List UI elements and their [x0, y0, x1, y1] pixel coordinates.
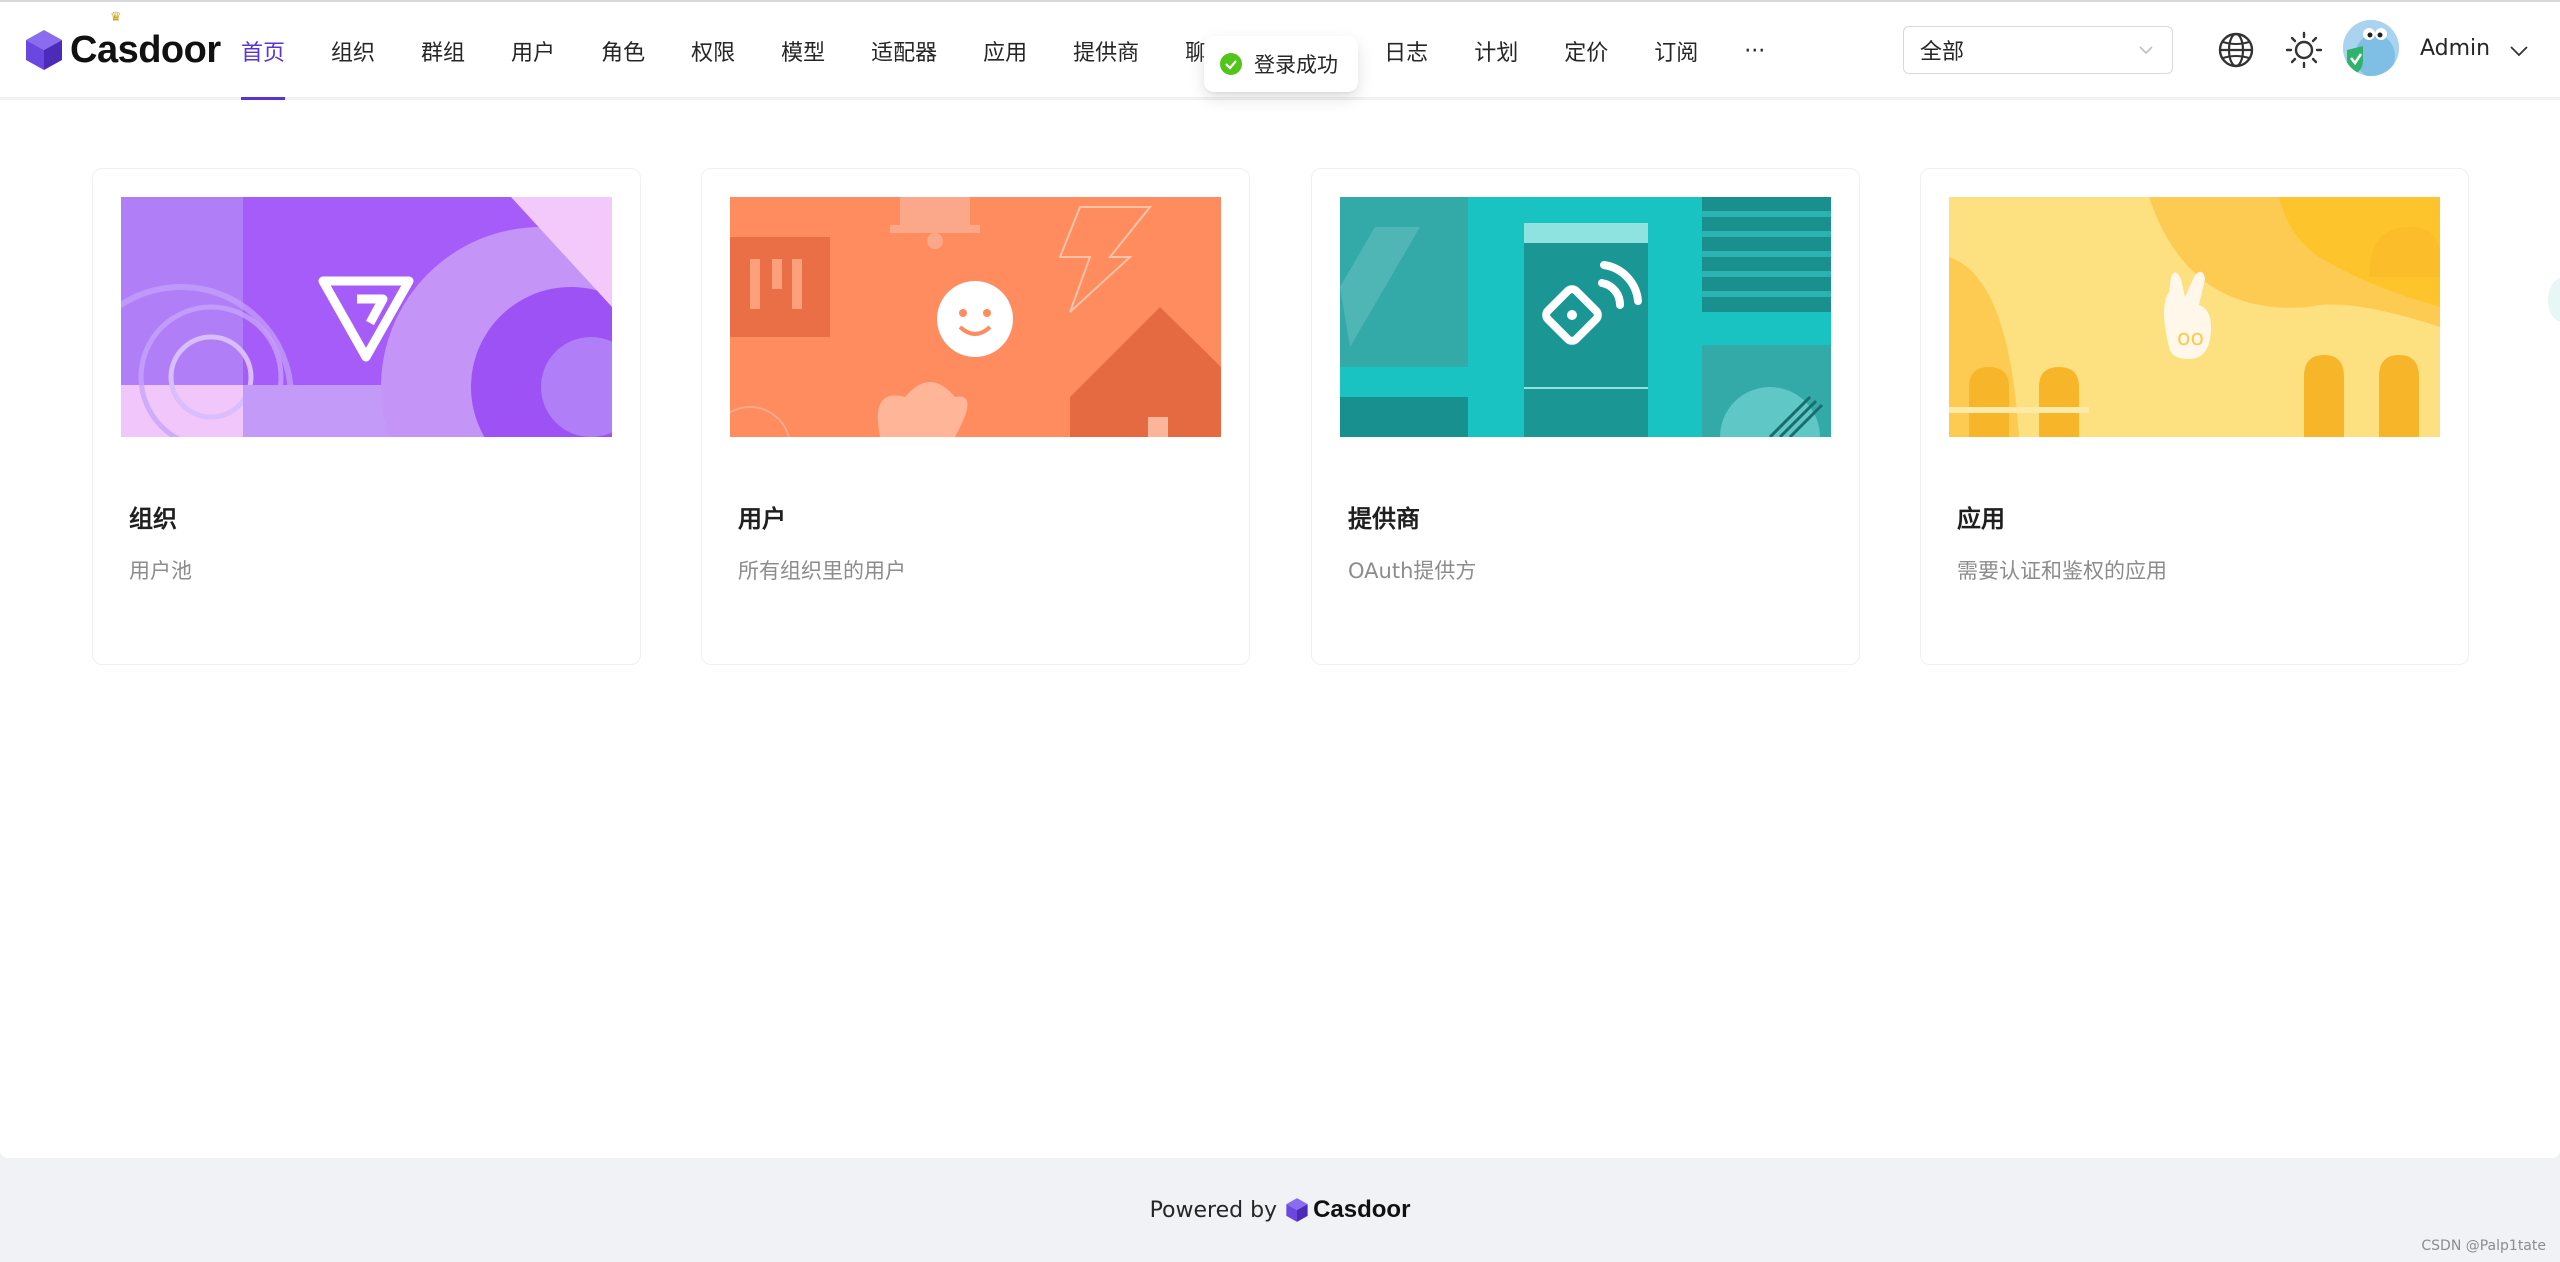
- card-applications[interactable]: oo 应用 需要认证和鉴权的应用: [1920, 168, 2469, 665]
- card-title: 提供商: [1348, 505, 1420, 533]
- nav-item-organizations[interactable]: 组织: [308, 2, 398, 100]
- card-providers[interactable]: 提供商 OAuth提供方: [1311, 168, 1860, 665]
- brand-name: Casdoor: [70, 28, 221, 71]
- nav-item-plans[interactable]: 计划: [1451, 2, 1541, 100]
- organization-select-value: 全部: [1920, 40, 1965, 65]
- card-title: 用户: [738, 505, 786, 533]
- nav-item-users[interactable]: 用户: [488, 2, 578, 100]
- card-cover-image: [121, 197, 612, 437]
- nav-item-subscriptions[interactable]: 订阅: [1631, 2, 1721, 100]
- svg-text:oo: oo: [2177, 326, 2204, 351]
- theme-sun-icon[interactable]: [2284, 30, 2324, 70]
- nav-more-button[interactable]: ···: [1721, 2, 1788, 100]
- card-organizations[interactable]: 组织 用户池: [92, 168, 641, 665]
- language-globe-icon[interactable]: [2216, 30, 2256, 70]
- nav-item-roles[interactable]: 角色: [578, 2, 668, 100]
- user-avatar[interactable]: [2343, 20, 2399, 76]
- card-cover-image: [1340, 197, 1831, 437]
- watermark: CSDN @Palp1tate: [2421, 1238, 2546, 1254]
- nav-item-adapters[interactable]: 适配器: [848, 2, 960, 100]
- nav-item-groups[interactable]: 群组: [398, 2, 488, 100]
- home-content: 组织 用户池 用户 所有组织里的用户 提供商 OAuth提供方 oo 应用 需要…: [0, 100, 2560, 1158]
- login-success-toast: 登录成功: [1204, 36, 1358, 92]
- cube-logo-icon: [26, 30, 62, 70]
- nav-item-applications[interactable]: 应用: [960, 2, 1050, 100]
- nav-item-models[interactable]: 模型: [758, 2, 848, 100]
- crown-icon: ♛: [110, 10, 122, 25]
- powered-by-text: Powered by: [1149, 1197, 1278, 1223]
- card-description: 所有组织里的用户: [738, 559, 906, 583]
- footer-brand-name[interactable]: Casdoor: [1313, 1196, 1410, 1224]
- toast-message: 登录成功: [1254, 53, 1338, 77]
- nav-item-home[interactable]: 首页: [218, 2, 308, 100]
- chevron-down-icon: [2139, 46, 2153, 55]
- card-description: 用户池: [129, 559, 192, 583]
- card-title: 组织: [129, 505, 177, 533]
- cube-logo-icon: [1286, 1198, 1308, 1222]
- casdoor-logo[interactable]: Casdoor ♛: [24, 10, 221, 76]
- card-cover-image: oo: [1949, 197, 2440, 437]
- nav-item-pricing[interactable]: 定价: [1541, 2, 1631, 100]
- card-description: 需要认证和鉴权的应用: [1957, 559, 2167, 583]
- nav-item-logs[interactable]: 日志: [1361, 2, 1451, 100]
- check-circle-icon: [1220, 53, 1242, 75]
- avatar-image: [2343, 20, 2399, 76]
- card-cover-image: [730, 197, 1221, 437]
- user-name[interactable]: Admin: [2420, 36, 2490, 61]
- organization-select[interactable]: 全部: [1903, 26, 2173, 74]
- main-nav: 首页 组织 群组 用户 角色 权限 模型 适配器 应用 提供商 聊 资源 日志 …: [218, 2, 1788, 100]
- card-description: OAuth提供方: [1348, 559, 1477, 583]
- footer: Powered by Casdoor: [0, 1158, 2560, 1262]
- nav-item-permissions[interactable]: 权限: [668, 2, 758, 100]
- card-users[interactable]: 用户 所有组织里的用户: [701, 168, 1250, 665]
- card-title: 应用: [1957, 505, 2005, 533]
- user-menu-chevron-icon[interactable]: [2508, 40, 2530, 62]
- nav-item-providers[interactable]: 提供商: [1050, 2, 1162, 100]
